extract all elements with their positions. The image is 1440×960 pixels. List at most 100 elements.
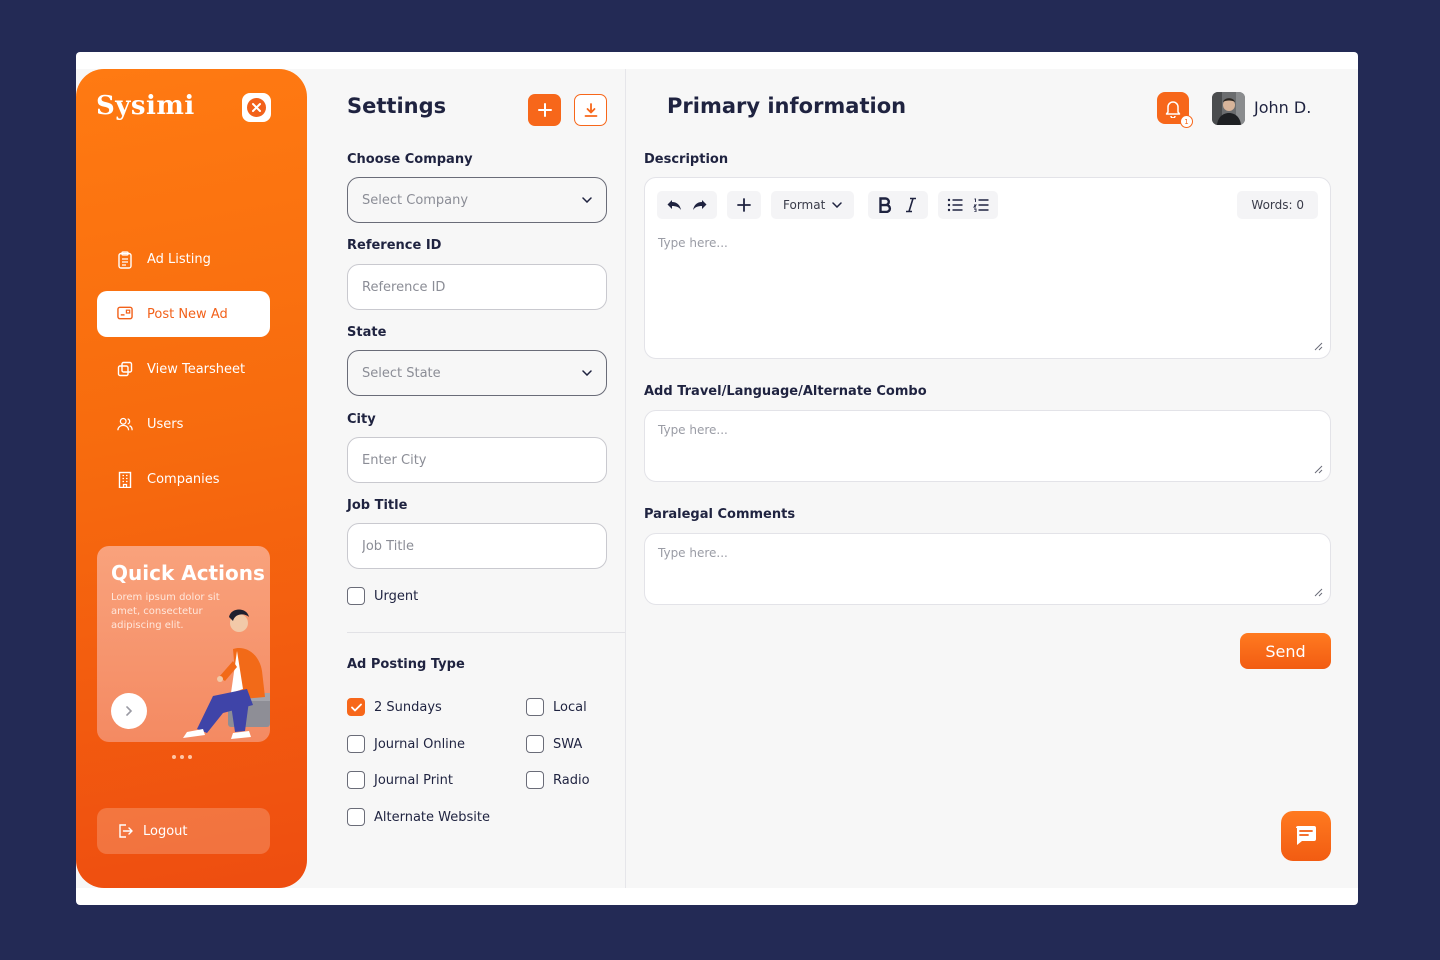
posting-option-radio[interactable]: Radio — [526, 771, 590, 789]
bold-icon — [879, 197, 892, 213]
posting-option-alternate-website[interactable]: Alternate Website — [347, 808, 490, 826]
sidebar-item-label: Companies — [147, 471, 220, 487]
posting-option-label: SWA — [553, 736, 583, 752]
state-select-value: Select State — [362, 365, 441, 381]
sidebar-item-companies[interactable]: Companies — [97, 456, 270, 502]
plus-icon — [537, 103, 552, 117]
insert-button[interactable] — [731, 192, 757, 218]
copy-icon — [117, 361, 133, 377]
notification-badge: 1 — [1180, 115, 1193, 128]
clipboard-icon — [117, 251, 133, 269]
description-label: Description — [644, 152, 729, 167]
posting-option-2-sundays[interactable]: 2 Sundays — [347, 698, 442, 716]
company-select-value: Select Company — [362, 192, 469, 208]
posting-option-label: Radio — [553, 772, 590, 788]
bold-button[interactable] — [872, 192, 898, 218]
job-title-field[interactable] — [347, 523, 607, 569]
send-button[interactable]: Send — [1240, 633, 1331, 669]
comments-placeholder: Type here... — [658, 546, 728, 560]
close-sidebar-button[interactable] — [242, 93, 271, 122]
city-input[interactable] — [362, 452, 592, 468]
job-title-input[interactable] — [362, 538, 592, 554]
quick-actions-card: Quick Actions Lorem ipsum dolor sit amet… — [97, 546, 270, 742]
reference-id-input[interactable] — [362, 279, 592, 295]
redo-button[interactable] — [687, 192, 713, 218]
format-label: Format — [783, 198, 826, 212]
checkbox-box[interactable] — [347, 587, 365, 605]
editor-toolbar: Format — [657, 191, 1008, 219]
posting-option-label: 2 Sundays — [374, 699, 442, 715]
sidebar-item-view-tearsheet[interactable]: View Tearsheet — [97, 346, 270, 392]
checkbox-box[interactable] — [526, 771, 544, 789]
plus-icon — [737, 198, 751, 212]
posting-option-local[interactable]: Local — [526, 698, 587, 716]
resize-handle-icon[interactable] — [1313, 464, 1323, 474]
resize-handle-icon[interactable] — [1313, 587, 1323, 597]
person-sitting-illustration — [183, 609, 270, 739]
bullet-list-icon — [948, 198, 963, 212]
sidebar-item-users[interactable]: Users — [97, 401, 270, 447]
carousel-dots[interactable] — [172, 755, 192, 759]
combo-placeholder: Type here... — [658, 423, 728, 437]
reference-id-label: Reference ID — [347, 238, 442, 253]
undo-icon — [667, 200, 681, 210]
sidebar-item-label: Users — [147, 416, 184, 432]
logout-button[interactable]: Logout — [97, 808, 270, 854]
chat-button[interactable] — [1281, 811, 1331, 861]
sidebar-item-label: View Tearsheet — [147, 361, 246, 377]
avatar[interactable] — [1212, 92, 1245, 125]
posting-option-label: Journal Print — [374, 772, 453, 788]
posting-option-journal-online[interactable]: Journal Online — [347, 735, 465, 753]
urgent-label: Urgent — [374, 588, 419, 604]
checkmark-icon — [350, 703, 362, 711]
brand-name: Sysimi — [96, 91, 195, 121]
posting-option-swa[interactable]: SWA — [526, 735, 582, 753]
checkbox-box[interactable] — [347, 771, 365, 789]
combo-textarea[interactable]: Type here... — [644, 410, 1331, 482]
sidebar-item-post-new-ad[interactable]: Post New Ad — [97, 291, 270, 337]
italic-icon — [906, 197, 917, 213]
format-dropdown[interactable]: Format — [771, 191, 855, 219]
city-field[interactable] — [347, 437, 607, 483]
paralegal-comments-label: Paralegal Comments — [644, 507, 796, 522]
redo-icon — [693, 200, 707, 210]
checkbox-box[interactable] — [526, 735, 544, 753]
checkbox-box[interactable] — [347, 735, 365, 753]
sidebar-item-ad-listing[interactable]: Ad Listing — [97, 236, 270, 282]
checkbox-box[interactable] — [347, 808, 365, 826]
quick-actions-next-button[interactable] — [111, 693, 147, 729]
numbered-list-button[interactable] — [968, 192, 994, 218]
reference-id-field[interactable] — [347, 264, 607, 310]
posting-option-label: Alternate Website — [374, 809, 490, 825]
chevron-down-icon — [582, 370, 592, 376]
description-input[interactable]: Type here... — [658, 236, 728, 250]
company-select[interactable]: Select Company — [347, 177, 607, 223]
resize-handle-icon[interactable] — [1313, 341, 1323, 351]
notifications-button[interactable]: 1 — [1157, 92, 1193, 128]
italic-button[interactable] — [898, 192, 924, 218]
checkbox-checked[interactable] — [347, 698, 365, 716]
job-title-label: Job Title — [347, 498, 408, 513]
urgent-checkbox[interactable]: Urgent — [347, 587, 418, 605]
undo-button[interactable] — [661, 192, 687, 218]
posting-option-label: Journal Online — [374, 736, 466, 752]
sidebar-nav: Ad Listing Post New Ad View Tearsheet Us… — [97, 236, 270, 511]
download-button[interactable] — [574, 94, 607, 126]
history-group — [657, 191, 717, 219]
city-label: City — [347, 412, 376, 427]
state-select[interactable]: Select State — [347, 350, 607, 396]
brand-logo[interactable]: Sysimi — [96, 91, 195, 121]
chevron-down-icon — [582, 197, 592, 203]
settings-divider — [347, 632, 625, 633]
user-name[interactable]: John D. — [1254, 98, 1311, 117]
sidebar: Sysimi Ad Listing Post New Ad View Tears… — [76, 69, 307, 888]
bullet-list-button[interactable] — [942, 192, 968, 218]
checkbox-box[interactable] — [526, 698, 544, 716]
list-group — [938, 191, 999, 219]
sidebar-item-label: Post New Ad — [147, 306, 228, 322]
paralegal-comments-textarea[interactable]: Type here... — [644, 533, 1331, 605]
quick-actions-title: Quick Actions — [111, 561, 265, 585]
posting-option-journal-print[interactable]: Journal Print — [347, 771, 453, 789]
building-icon — [117, 471, 133, 488]
add-button[interactable] — [528, 94, 561, 126]
